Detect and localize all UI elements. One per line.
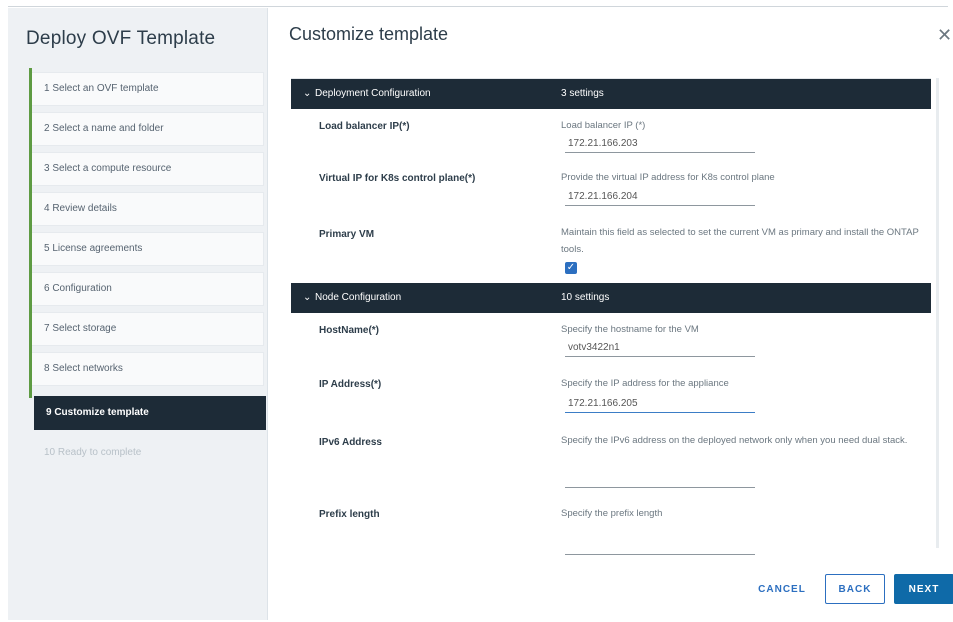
section-name: Node Configuration [315,292,402,303]
prefix-length-description: Specify the prefix length [561,508,663,519]
page-title: Customize template [289,24,449,44]
chevron-down-icon: ⌄ [303,292,312,303]
wizard-step-1[interactable]: 1 Select an OVF template [32,72,264,106]
settings-scroll-area[interactable]: ⌄ Deployment Configuration 3 settings Lo… [291,78,931,558]
hostname-label: HostName(*) [319,325,380,336]
wizard-step-7[interactable]: 7 Select storage [32,312,264,346]
section-name: Deployment Configuration [315,88,431,99]
wizard-step-8[interactable]: 8 Select networks [32,352,264,386]
section-count: 3 settings [561,88,604,99]
vip-description: Provide the virtual IP address for K8s c… [561,172,775,183]
wizard-step-4[interactable]: 4 Review details [32,192,264,226]
wizard-nav: Deploy OVF Template 1 Select an OVF temp… [8,8,268,620]
scrollbar[interactable] [936,78,939,548]
hostname-description: Specify the hostname for the VM [561,324,699,335]
lb-ip-description: Load balancer IP (*) [561,120,646,131]
vip-label: Virtual IP for K8s control plane(*) [319,173,476,184]
wizard-step-5[interactable]: 5 License agreements [32,232,264,266]
chevron-down-icon: ⌄ [303,88,312,99]
top-divider [8,6,948,7]
prefix-length-input[interactable] [565,537,755,555]
wizard-step-3[interactable]: 3 Select a compute resource [32,152,264,186]
lb-ip-label: Load balancer IP(*) [319,121,410,132]
ipv6-address-input[interactable] [565,470,755,488]
primary-vm-label: Primary VM [319,229,375,240]
wizard-step-9-active[interactable]: 9 Customize template [34,396,266,430]
vip-input[interactable] [565,188,755,206]
prefix-length-label: Prefix length [319,509,380,520]
wizard-content: Customize template ✕ ⌄ Deployment Config… [269,8,953,620]
close-icon[interactable]: ✕ [937,26,952,44]
ip-address-label: IP Address(*) [319,379,382,390]
cancel-button[interactable]: CANCEL [749,574,815,604]
ipv6-address-description: Specify the IPv6 address on the deployed… [561,435,908,446]
ip-address-description: Specify the IP address for the appliance [561,378,729,389]
section-header-deployment[interactable]: ⌄ Deployment Configuration 3 settings [291,79,931,109]
back-button[interactable]: BACK [825,574,885,604]
ip-address-input[interactable] [565,395,755,413]
ipv6-address-label: IPv6 Address [319,437,382,448]
primary-vm-checkbox[interactable]: ✓ [565,262,577,274]
wizard-title: Deploy OVF Template [26,28,216,49]
hostname-input[interactable] [565,339,755,357]
deploy-ovf-dialog: Deploy OVF Template 1 Select an OVF temp… [8,8,953,620]
section-header-node[interactable]: ⌄ Node Configuration 10 settings [291,283,931,313]
section-count: 10 settings [561,292,610,303]
primary-vm-description: Maintain this field as selected to set t… [561,227,919,255]
wizard-step-10: 10 Ready to complete [44,447,142,458]
wizard-step-2[interactable]: 2 Select a name and folder [32,112,264,146]
lb-ip-input[interactable] [565,135,755,153]
next-button[interactable]: NEXT [894,574,953,604]
wizard-step-6[interactable]: 6 Configuration [32,272,264,306]
